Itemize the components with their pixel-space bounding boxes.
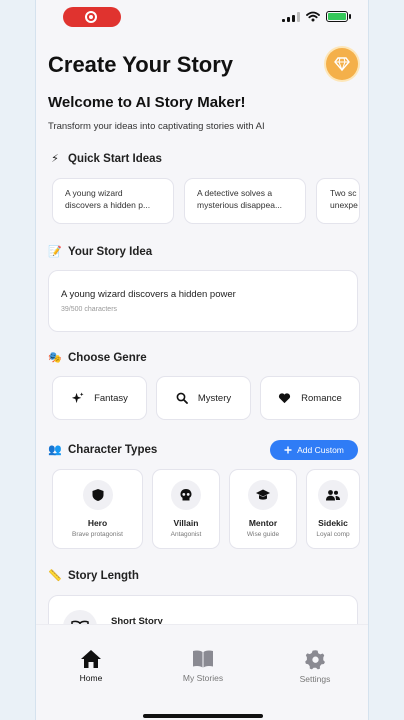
story-length-label: Short Story bbox=[111, 616, 163, 624]
genre-romance[interactable]: Romance bbox=[260, 376, 360, 420]
shield-icon bbox=[82, 480, 113, 510]
genre-label: Romance bbox=[301, 392, 342, 404]
people-icon bbox=[318, 480, 348, 510]
graduation-cap-icon bbox=[248, 480, 278, 510]
genre-list: Fantasy Mystery Romance bbox=[52, 376, 360, 420]
wifi-icon bbox=[306, 11, 320, 22]
story-idea-input[interactable]: A young wizard discovers a hidden power … bbox=[48, 270, 358, 332]
section-title: Quick Start Ideas bbox=[68, 152, 162, 165]
card-line: Two sc bbox=[330, 188, 357, 198]
character-desc: Loyal comp bbox=[316, 531, 350, 538]
add-custom-label: Add Custom bbox=[297, 445, 344, 455]
character-villain[interactable]: Villain Antagonist bbox=[152, 469, 220, 549]
lightning-icon: ⚡ bbox=[51, 153, 59, 165]
section-title: Character Types bbox=[68, 443, 158, 456]
home-icon bbox=[81, 650, 101, 668]
character-name: Mentor bbox=[248, 518, 278, 528]
quick-start-card[interactable]: A young wizard discovers a hidden p... bbox=[52, 178, 174, 224]
book-icon bbox=[193, 650, 213, 668]
genre-label: Fantasy bbox=[94, 392, 128, 404]
quick-start-heading: ⚡ Quick Start Ideas bbox=[48, 152, 162, 166]
subtitle: Transform your ideas into captivating st… bbox=[48, 121, 265, 132]
battery-icon bbox=[326, 11, 351, 22]
phone-screen: Create Your Story Welcome to AI Story Ma… bbox=[35, 0, 369, 720]
tab-label: My Stories bbox=[182, 673, 224, 683]
section-title: Story Length bbox=[68, 569, 139, 582]
screen-recording-indicator[interactable] bbox=[63, 7, 121, 27]
search-icon bbox=[176, 392, 188, 404]
plus-icon bbox=[284, 446, 292, 454]
story-idea-heading: 📝 Your Story Idea bbox=[48, 245, 153, 259]
masks-icon: 🎭 bbox=[48, 352, 62, 364]
welcome-heading: Welcome to AI Story Maker! bbox=[48, 94, 246, 111]
section-title: Choose Genre bbox=[68, 351, 147, 364]
heart-icon bbox=[279, 393, 291, 404]
tab-my-stories[interactable]: My Stories bbox=[168, 649, 238, 683]
character-name: Hero bbox=[87, 518, 108, 528]
character-desc: Brave protagonist bbox=[72, 531, 123, 538]
card-line: A detective solves a bbox=[197, 188, 273, 198]
genre-mystery[interactable]: Mystery bbox=[156, 376, 251, 420]
character-name: Sidekic bbox=[318, 518, 348, 528]
genre-label: Mystery bbox=[197, 392, 232, 404]
book-open-icon bbox=[63, 610, 97, 624]
card-line: mysterious disappea... bbox=[197, 200, 283, 211]
quick-start-list: A young wizard discovers a hidden p... A… bbox=[52, 178, 360, 224]
character-hero[interactable]: Hero Brave protagonist bbox=[52, 469, 143, 549]
people-emoji-icon: 👥 bbox=[48, 444, 62, 456]
gear-icon bbox=[304, 650, 325, 670]
story-length-option[interactable]: Short Story bbox=[48, 595, 358, 624]
quick-start-card[interactable]: A detective solves a mysterious disappea… bbox=[184, 178, 306, 224]
ruler-icon: 📏 bbox=[48, 570, 62, 582]
character-count: 39/500 characters bbox=[61, 306, 118, 313]
signal-icon bbox=[282, 11, 300, 22]
tab-label: Settings bbox=[299, 674, 331, 684]
scroll-content[interactable]: Create Your Story Welcome to AI Story Ma… bbox=[36, 34, 368, 624]
character-desc: Wise guide bbox=[246, 531, 280, 538]
character-sidekick[interactable]: Sidekic Loyal comp bbox=[306, 469, 360, 549]
story-idea-text[interactable]: A young wizard discovers a hidden power bbox=[61, 289, 345, 300]
story-length-heading: 📏 Story Length bbox=[48, 569, 139, 583]
tab-settings[interactable]: Settings bbox=[280, 649, 350, 684]
character-mentor[interactable]: Mentor Wise guide bbox=[229, 469, 297, 549]
card-line: A young wizard bbox=[65, 188, 123, 198]
card-line: discovers a hidden p... bbox=[65, 200, 151, 211]
character-types-heading: 👥 Character Types bbox=[48, 443, 158, 457]
character-list: Hero Brave protagonist Villain Antagonis… bbox=[52, 469, 360, 549]
memo-icon: 📝 bbox=[48, 246, 62, 258]
system-icons bbox=[282, 11, 351, 22]
tab-bar: Home My Stories Settings bbox=[36, 624, 368, 720]
add-custom-button[interactable]: Add Custom bbox=[270, 440, 358, 460]
status-bar bbox=[36, 0, 368, 34]
genre-fantasy[interactable]: Fantasy bbox=[52, 376, 147, 420]
sparkles-icon bbox=[72, 391, 84, 403]
tab-home[interactable]: Home bbox=[56, 649, 126, 683]
tab-label: Home bbox=[79, 673, 103, 683]
character-name: Villain bbox=[173, 518, 199, 528]
record-icon bbox=[85, 11, 97, 23]
genre-heading: 🎭 Choose Genre bbox=[48, 351, 147, 365]
home-indicator[interactable] bbox=[143, 714, 263, 718]
character-desc: Antagonist bbox=[170, 531, 202, 538]
diamond-icon bbox=[334, 57, 350, 72]
quick-start-card[interactable]: Two sc unexpe bbox=[316, 178, 360, 224]
skull-icon bbox=[171, 480, 201, 510]
avatar[interactable] bbox=[326, 48, 358, 80]
card-line: unexpe bbox=[330, 200, 358, 211]
section-title: Your Story Idea bbox=[68, 245, 153, 258]
page-title: Create Your Story bbox=[48, 52, 234, 77]
